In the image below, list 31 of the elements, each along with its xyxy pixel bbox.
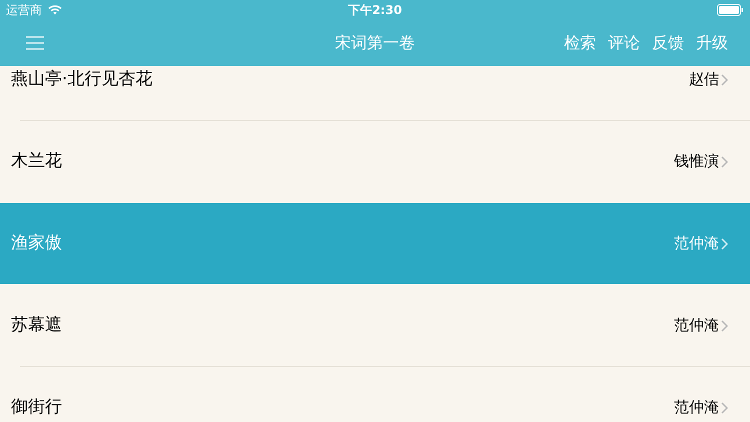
poet-name: 赵佶 [689,69,719,90]
nav-title: 宋词第一卷 [335,32,415,54]
status-time: 下午2:30 [348,2,402,19]
poet-name: 范仲淹 [674,233,719,254]
chevron-icon [721,238,728,250]
chevron-icon [721,320,728,332]
poem-title: 御街行 [11,396,62,419]
chevron-icon [721,402,728,414]
menu-icon [26,36,44,50]
nav-action-button[interactable]: 反馈 [652,31,684,55]
list-row[interactable]: 渔家傲 范仲淹 [0,203,750,284]
poet-name: 钱惟演 [674,151,719,172]
battery-icon [717,4,744,16]
list-row[interactable]: 御街行 范仲淹 [0,367,750,422]
list-row[interactable]: 苏幕遮 范仲淹 [0,285,750,366]
nav-action-button[interactable]: 评论 [608,31,640,55]
carrier-name: 运营商 [6,2,42,19]
nav-action-button[interactable]: 检索 [564,31,596,55]
chevron-icon [721,156,728,168]
wifi-icon [48,5,62,15]
list-row[interactable]: 木兰花 钱惟演 [0,121,750,202]
poem-title: 苏幕遮 [11,314,62,337]
nav-action-button[interactable]: 升级 [696,31,728,55]
poet-name: 范仲淹 [674,315,719,336]
poem-title: 燕山亭·北行见杏花 [11,68,152,91]
menu-button[interactable] [26,35,44,51]
list-row[interactable]: 燕山亭·北行见杏花 赵佶 [0,66,750,120]
poet-name: 范仲淹 [674,397,719,418]
poem-title: 木兰花 [11,150,62,173]
poem-title: 渔家傲 [11,232,62,255]
chevron-icon [721,74,728,86]
